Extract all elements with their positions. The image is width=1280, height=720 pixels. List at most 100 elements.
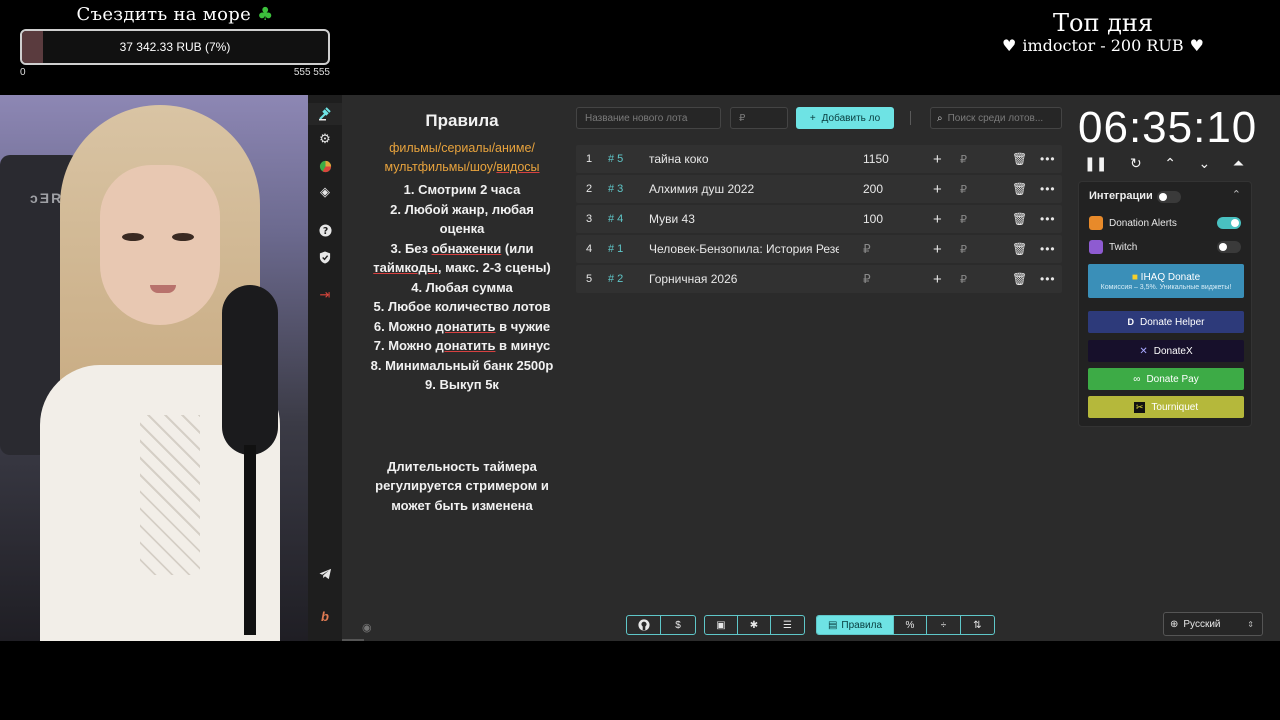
lot-index: 5 xyxy=(586,273,593,285)
svg-text:?: ? xyxy=(322,225,327,236)
collapse-chevron-icon[interactable]: ⌃ xyxy=(1232,188,1241,201)
plus-icon: + xyxy=(809,112,816,124)
chair-logo: ɔƎR xyxy=(30,190,64,206)
tourniquet-button[interactable]: ✂ Tourniquet xyxy=(1088,396,1244,418)
trash-icon[interactable]: 🗑 xyxy=(1012,265,1027,293)
trash-icon[interactable]: 🗑 xyxy=(1012,145,1027,173)
lot-row: 4 # 1 Человек-Бензопила: История Резе ₽ … xyxy=(576,235,1062,263)
more-icon[interactable]: ••• xyxy=(1040,145,1056,173)
telegram-icon[interactable] xyxy=(308,563,342,585)
layers-icon[interactable]: ◈ xyxy=(308,181,342,203)
donate-helper-button[interactable]: D Donate Helper xyxy=(1088,311,1244,333)
rules-tab-icon: ▤ xyxy=(827,619,838,631)
rule-item: 6. Можно донатить в чужие xyxy=(373,318,551,334)
integrations-title: Интеграции xyxy=(1089,190,1153,202)
shield-icon[interactable] xyxy=(308,246,342,268)
add-amount-icon[interactable]: + xyxy=(933,175,942,203)
timer-controls: ❚❚ ↻ ⌃ ⌄ ⏶ xyxy=(1084,155,1244,172)
add-lot-button[interactable]: + Добавить ло xyxy=(796,107,894,129)
more-icon[interactable]: ••• xyxy=(1040,265,1056,293)
gavel-icon[interactable] xyxy=(308,103,342,125)
eye-icon[interactable]: ◉ xyxy=(362,621,372,634)
donation-alerts-icon xyxy=(1089,216,1103,230)
add-amount-icon[interactable]: + xyxy=(933,265,942,293)
lot-name[interactable]: Муви 43 xyxy=(649,205,839,233)
github-icon[interactable] xyxy=(627,616,661,634)
lot-amount-input[interactable]: ₽ xyxy=(960,235,967,263)
chevron-up-icon[interactable]: ⌃ xyxy=(1164,155,1176,172)
double-chevron-up-icon[interactable]: ⏶ xyxy=(1233,155,1244,172)
donate-pay-button[interactable]: ∞ Donate Pay xyxy=(1088,368,1244,390)
lots-table: 1 # 5 тайна коко 1150 + ₽ 🗑 ••• 2 # 3 Ал… xyxy=(576,145,1062,295)
more-icon[interactable]: ••• xyxy=(1040,175,1056,203)
webcam-feed: ɔƎR xyxy=(0,95,308,641)
lot-row: 2 # 3 Алхимия душ 2022 200 + ₽ 🗑 ••• xyxy=(576,175,1062,203)
timer-note: Длительность таймера регулируется стриме… xyxy=(375,458,549,513)
logout-icon[interactable]: ⇥ xyxy=(308,284,342,306)
twitch-icon xyxy=(1089,240,1103,254)
notes-icon[interactable]: ☰ xyxy=(771,616,804,634)
donation-alerts-toggle[interactable] xyxy=(1217,217,1241,229)
view-button-group: ▤ Правила % ÷ ⇅ xyxy=(816,615,995,635)
gear-icon[interactable]: ⚙ xyxy=(308,128,342,150)
rules-tab[interactable]: ▤ Правила xyxy=(817,616,894,634)
lot-id: # 1 xyxy=(608,243,624,255)
boosty-icon[interactable]: b xyxy=(308,605,342,627)
heart-icon: ♥ xyxy=(1189,36,1204,55)
sort-icon[interactable]: ⇅ xyxy=(961,616,994,634)
donatex-button[interactable]: ✕ DonateX xyxy=(1088,340,1244,362)
integrations-toggle[interactable] xyxy=(1157,191,1181,203)
lot-search-input[interactable]: ⌕ Поиск среди лотов... xyxy=(930,107,1062,129)
lot-row: 1 # 5 тайна коко 1150 + ₽ 🗑 ••• xyxy=(576,145,1062,173)
pie-chart-icon[interactable] xyxy=(308,155,342,177)
rules-genres: фильмы/сериалы/аниме/ мультфильмы/шоу/ви… xyxy=(384,141,540,174)
divide-icon[interactable]: ÷ xyxy=(927,616,961,634)
auction-app: ⚙ ◈ ? ⇥ b Правила фильмы/сериалы/аниме/ … xyxy=(308,95,1280,641)
add-amount-icon[interactable]: + xyxy=(933,235,942,263)
lot-amount-input[interactable]: ₽ xyxy=(960,265,967,293)
search-icon: ⌕ xyxy=(937,112,943,124)
donatex-icon: ✕ xyxy=(1139,345,1148,357)
chevron-down-icon[interactable]: ⌄ xyxy=(1199,155,1211,172)
rule-item: оценка xyxy=(439,221,485,236)
lot-name[interactable]: Горничная 2026 xyxy=(649,265,839,293)
more-icon[interactable]: ••• xyxy=(1040,205,1056,233)
add-amount-icon[interactable]: + xyxy=(933,205,942,233)
lot-amount: ₽ xyxy=(863,242,871,256)
lot-name-input[interactable]: Название нового лота xyxy=(576,107,721,129)
globe-icon: ⊕ xyxy=(1170,618,1179,630)
trash-icon[interactable]: 🗑 xyxy=(1012,175,1027,203)
trash-icon[interactable]: 🗑 xyxy=(1012,235,1027,263)
pause-icon[interactable]: ❚❚ xyxy=(1084,155,1107,172)
lot-name[interactable]: Алхимия душ 2022 xyxy=(649,175,839,203)
goal-title: Съездить на море xyxy=(76,4,252,25)
clover-icon: ♣ xyxy=(257,4,274,25)
ihaq-donate-button[interactable]: ■ IHAQ Donate Комиссия – 3,5%. Уникальны… xyxy=(1088,264,1244,298)
goal-progress-bar: 37 342.33 RUB (7%) xyxy=(20,29,330,65)
save-icon[interactable]: ▣ xyxy=(705,616,738,634)
dollar-icon[interactable]: $ xyxy=(661,616,695,634)
lot-row: 3 # 4 Муви 43 100 + ₽ 🗑 ••• xyxy=(576,205,1062,233)
heart-icon: ♥ xyxy=(1001,36,1017,55)
lot-amount-input[interactable]: ₽ xyxy=(960,175,967,203)
auction-timer: 06:35:10 xyxy=(1078,103,1258,152)
lot-amount: ₽ xyxy=(863,272,871,286)
lot-amount-input[interactable]: ₽ xyxy=(960,205,967,233)
lot-name[interactable]: Человек-Бензопила: История Резе xyxy=(649,235,839,263)
sidebar: ⚙ ◈ ? ⇥ b xyxy=(308,95,342,641)
add-amount-icon[interactable]: + xyxy=(933,145,942,173)
language-select[interactable]: ⊕ Русский ⇕ xyxy=(1163,612,1263,636)
trash-icon[interactable]: 🗑 xyxy=(1012,205,1027,233)
percent-icon[interactable]: % xyxy=(894,616,927,634)
help-icon[interactable]: ? xyxy=(308,219,342,241)
reset-icon[interactable]: ↻ xyxy=(1130,155,1142,172)
bug-icon[interactable]: ✱ xyxy=(738,616,771,634)
lot-index: 2 xyxy=(586,183,593,195)
select-arrows-icon: ⇕ xyxy=(1247,619,1254,629)
lot-name[interactable]: тайна коко xyxy=(649,145,839,173)
more-icon[interactable]: ••• xyxy=(1040,235,1056,263)
lot-amount-input[interactable]: ₽ xyxy=(960,145,967,173)
lot-index: 4 xyxy=(586,243,593,255)
lot-amount-input[interactable]: ₽ xyxy=(730,107,788,129)
twitch-toggle[interactable] xyxy=(1217,241,1241,253)
